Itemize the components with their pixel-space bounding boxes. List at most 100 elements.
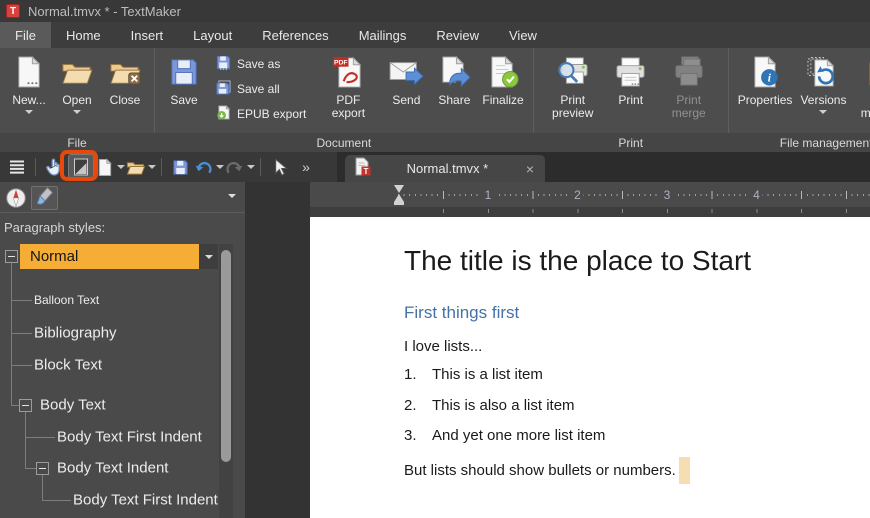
ribbon-button-save-as[interactable]: Save as [212,53,310,74]
new-icon [13,53,45,91]
ribbon-button-pdf-export[interactable]: PDF PDF export [314,48,382,133]
ribbon: New... Open Close File Save Save as Save all EP… [0,48,870,152]
list-item[interactable]: 1. This is a list item [404,366,543,383]
toolbar-button-object-mode[interactable] [68,154,94,180]
document-tab-strip: T Normal.tmvx * × [337,152,870,182]
ribbon-button-finalize[interactable]: Finalize [478,48,527,133]
toolbar-button-save[interactable] [167,154,193,180]
svg-text:PDF: PDF [334,59,348,66]
document-heading-text[interactable]: First things first [404,303,519,323]
style-item-body-text-first-indent[interactable]: Body Text First Indent [57,429,202,446]
tree-collapse-box[interactable] [36,462,49,475]
style-item-block-text[interactable]: Block Text [34,357,102,374]
ribbon-button-versions[interactable]: Versions [796,48,850,133]
textmaker-window: T Normal.tmvx * - TextMaker File Home Inse… [0,0,870,518]
sidebar-separator [0,212,245,213]
ruler-number: 1 [481,187,495,202]
menu-tab-view[interactable]: View [494,22,552,48]
ribbon-button-properties[interactable]: i Properties [734,48,797,133]
ribbon-button-label: Finalize [482,93,524,107]
ribbon-group-print: Print preview Print Print merge Print [534,48,728,152]
toolbar-button-select-mode[interactable] [266,154,292,180]
ribbon-button-share[interactable]: Share [430,48,478,133]
ribbon-button-close[interactable]: Close [101,48,149,133]
ribbon-button-print[interactable]: Print [607,48,655,133]
list-item[interactable]: 3. And yet one more list item [404,427,605,444]
select-mode-icon [270,157,289,177]
first-line-indent-marker[interactable] [394,185,404,193]
close-icon [109,53,141,91]
list-item[interactable]: 2. This is also a list item [404,397,575,414]
style-item-body-text-indent[interactable]: Body Text Indent [57,460,168,477]
toolbar-button-touch-mode[interactable] [41,154,67,180]
toolbar-button-open-document[interactable] [126,154,156,180]
style-item-body-text-first-indent[interactable]: Body Text First Indent [73,492,218,509]
tree-collapse-box[interactable] [5,250,18,263]
finalize-icon [487,53,520,91]
chevron-down-icon [247,165,255,169]
ribbon-button-file-manager[interactable]: File manager [850,48,870,133]
sidebar-scrollbar[interactable] [219,244,233,518]
navigator-icon[interactable] [5,187,27,209]
style-item-normal-selected[interactable]: Normal [20,244,199,269]
left-indent-marker[interactable] [394,194,404,202]
print-merge-icon [672,53,705,91]
document-tab[interactable]: T Normal.tmvx * × [345,155,545,182]
list-item-number: 2. [404,397,417,414]
new-document-icon [95,157,114,177]
ribbon-button-print-preview[interactable]: Print preview [539,48,607,133]
tree-connector-line [42,475,43,500]
toolbar-button-undo[interactable] [194,154,224,180]
ribbon-button-send[interactable]: Send [382,48,430,133]
sidebar-scrollbar-thumb[interactable] [221,250,231,462]
style-dropdown-button[interactable] [199,244,218,269]
ruler-number: 4 [750,187,763,202]
ribbon-button-new[interactable]: New... [5,48,53,133]
open-icon [61,53,93,91]
list-item-number: 3. [404,427,417,444]
menu-tab-mailings[interactable]: Mailings [344,22,422,48]
menu-tab-references[interactable]: References [247,22,343,48]
ribbon-button-epub-export[interactable]: EPUB export [212,103,310,124]
tree-connector-line [25,468,36,469]
document-title-text[interactable]: The title is the place to Start [404,245,751,277]
style-item-body-text[interactable]: Body Text [40,397,106,414]
indent-marker-base[interactable] [394,202,404,205]
tree-connector-line [25,437,55,438]
save-all-icon [216,79,231,98]
app-icon: T [6,4,20,18]
sidebar-menu-caret[interactable] [228,194,236,198]
ribbon-button-open[interactable]: Open [53,48,101,133]
save-as-icon [216,55,231,73]
menu-tab-insert[interactable]: Insert [116,22,179,48]
undo-icon [194,158,213,177]
ribbon-button-save[interactable]: Save [160,48,208,133]
svg-text:T: T [364,167,369,176]
ribbon-group-items: Save Save as Save all EPUB export PDF PDF exp… [155,48,533,133]
toolbar-button-new-document[interactable] [95,154,125,180]
tree-connector-line [25,412,26,468]
sidebar-panel-title: Paragraph styles: [4,220,106,235]
chevron-down-icon [819,110,828,114]
format-brush-button[interactable] [31,186,58,210]
toolbar-button-redo[interactable] [225,154,255,180]
document-page[interactable]: The title is the place to Start First th… [310,217,870,518]
ribbon-group-label-print: Print [618,135,644,150]
tab-close-icon[interactable]: × [523,161,537,177]
menu-tab-review[interactable]: Review [421,22,494,48]
menu-tab-home[interactable]: Home [51,22,116,48]
style-item-balloon-text[interactable]: Balloon Text [34,293,99,307]
send-icon [389,53,424,91]
menu-tab-layout[interactable]: Layout [178,22,247,48]
tree-collapse-box[interactable] [19,399,32,412]
ribbon-button-label: Properties [737,93,793,107]
style-item-bibliography[interactable]: Bibliography [34,325,117,342]
ribbon-button-save-all[interactable]: Save all [212,78,310,99]
menu-tab-file[interactable]: File [0,22,51,48]
toolbar-row: » T Normal.tmvx * × [0,152,870,182]
document-intro-text[interactable]: I love lists... [404,338,482,355]
toolbar-button-more-tools[interactable]: » [293,154,319,180]
toolbar-button-sidebar-panels[interactable] [4,154,30,180]
document-closing-line[interactable]: But lists should show bullets or numbers… [404,457,690,484]
ribbon-small-button-stack: Save as Save all EPUB export [208,48,314,133]
